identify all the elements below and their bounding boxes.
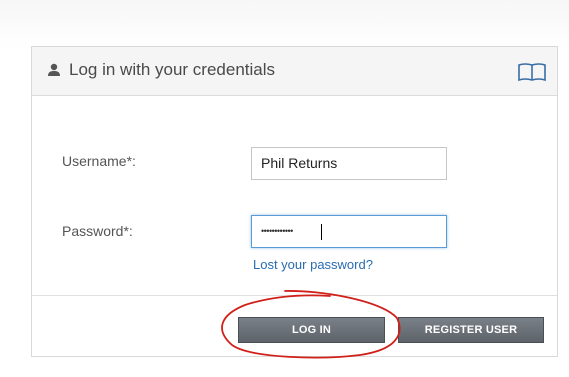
- password-input[interactable]: ••••••••••••: [251, 215, 447, 248]
- lost-password-link[interactable]: Lost your password?: [253, 257, 373, 272]
- login-panel: Log in with your credentials Username*: …: [31, 46, 558, 357]
- panel-header: Log in with your credentials: [32, 47, 557, 96]
- panel-title: Log in with your credentials: [69, 60, 276, 79]
- password-label: Password*:: [62, 223, 133, 239]
- login-button[interactable]: LOG IN: [238, 317, 385, 343]
- username-label: Username*:: [62, 153, 136, 169]
- username-input[interactable]: Phil Returns: [251, 147, 447, 180]
- user-icon: [48, 63, 60, 76]
- password-mask: ••••••••••••: [261, 226, 293, 236]
- text-caret: [321, 224, 322, 240]
- book-icon[interactable]: [517, 62, 547, 82]
- register-user-button[interactable]: REGISTER USER: [398, 317, 544, 343]
- divider: [32, 295, 557, 296]
